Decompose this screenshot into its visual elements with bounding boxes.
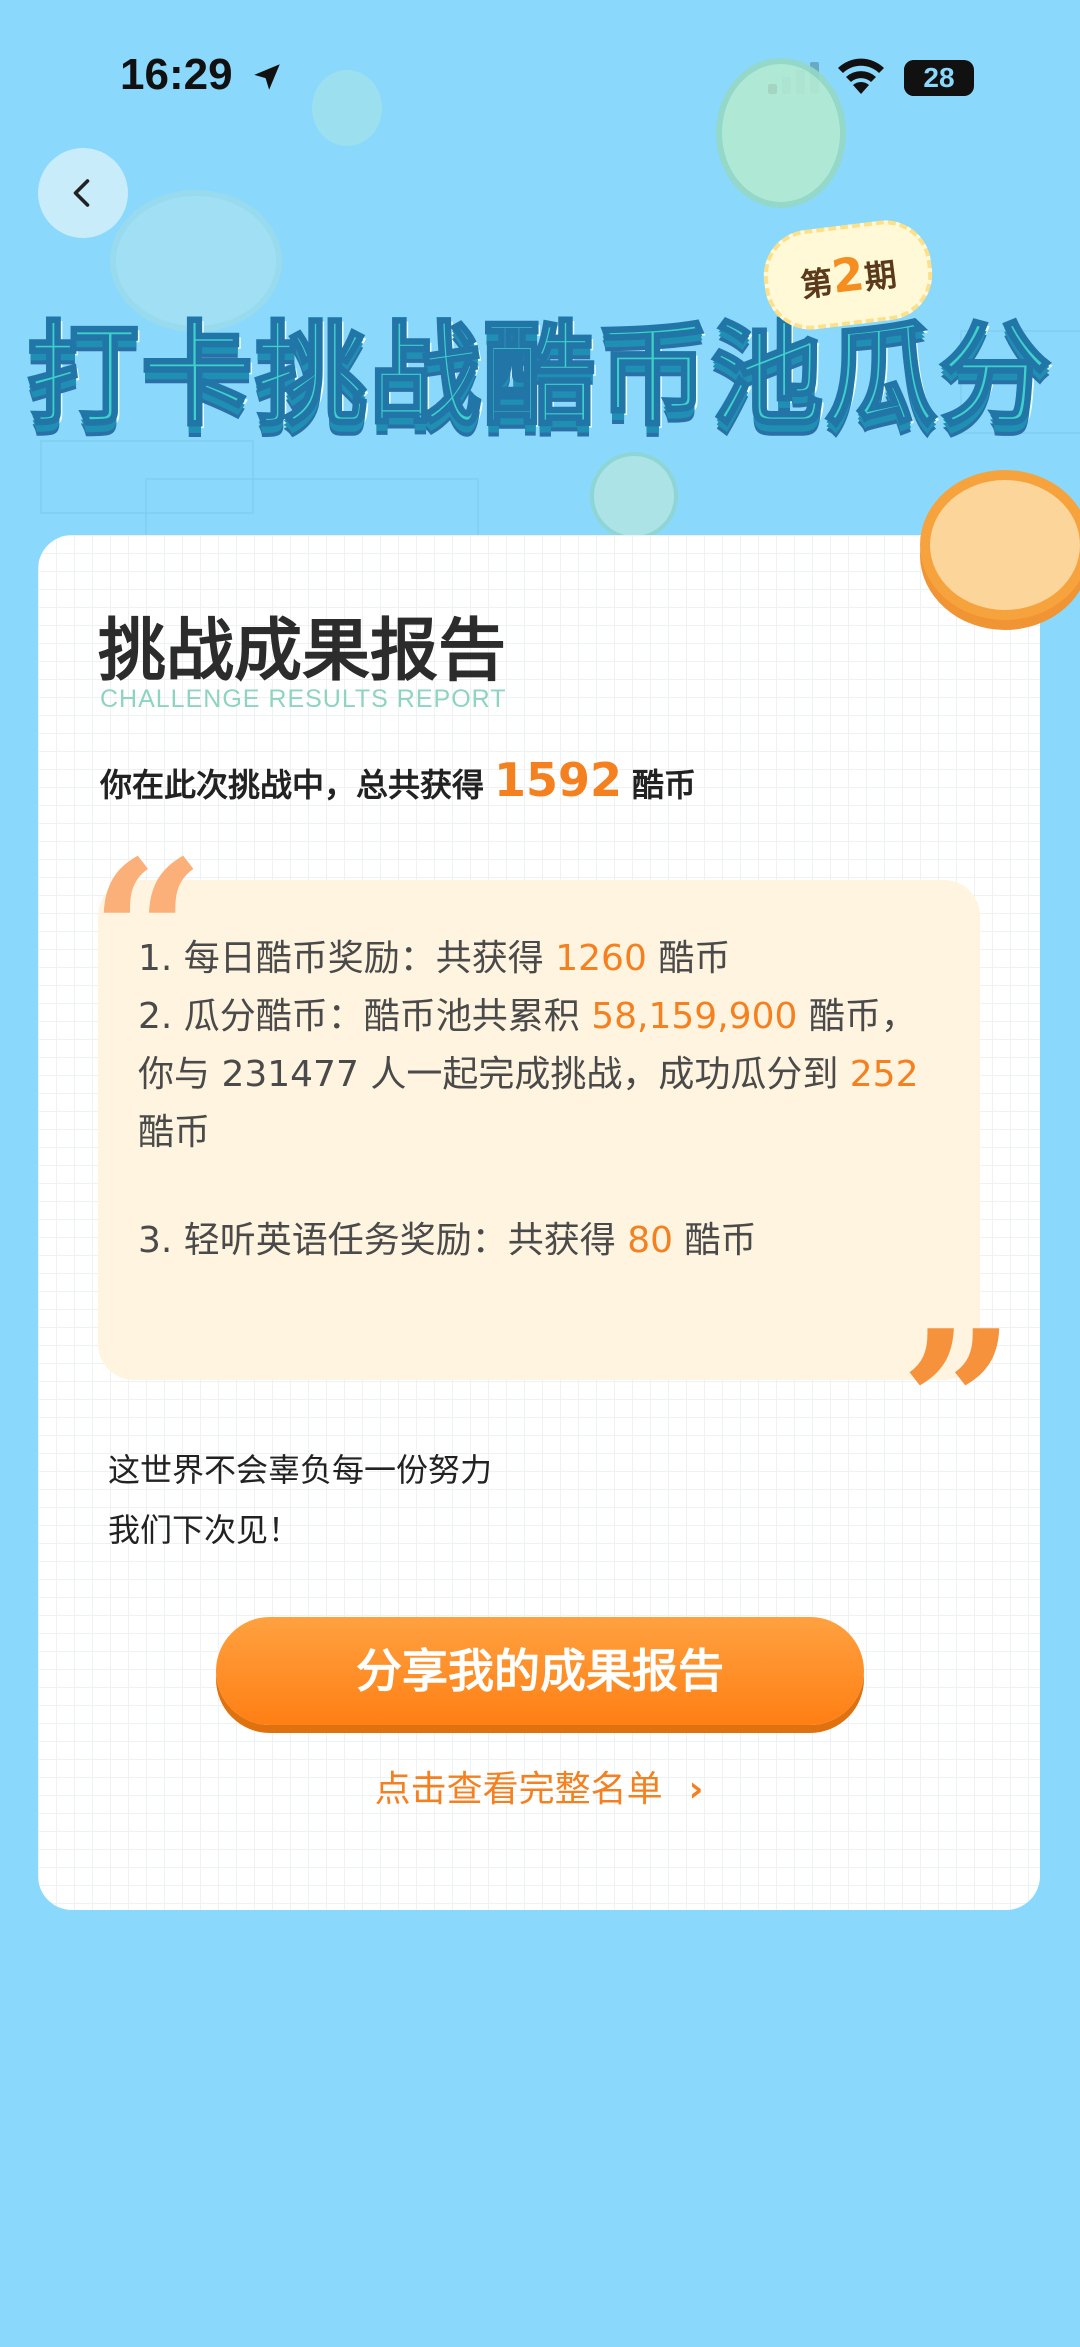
battery-icon: 28 — [904, 60, 974, 96]
coin-icon — [590, 452, 678, 540]
back-button[interactable] — [38, 148, 128, 238]
split-reward-value: 252 — [849, 1054, 919, 1095]
issue-number: 2 — [828, 246, 868, 304]
coin-icon — [716, 58, 846, 208]
total-coins: 1592 — [494, 753, 623, 807]
location-arrow-icon — [254, 64, 280, 90]
view-full-list-link[interactable]: 点击查看完整名单 › — [38, 1760, 1040, 1812]
list-item: 3. 轻听英语任务奖励：共获得 80 酷币 — [138, 1220, 757, 1261]
total-summary: 你在此次挑战中，总共获得 1592 酷币 — [100, 753, 696, 807]
closing-line: 我们下次见！ — [108, 1511, 301, 1549]
gold-coin-icon — [920, 470, 1080, 620]
reward-list: 1. 每日酷币奖励：共获得 1260 酷币 2. 瓜分酷币：酷币池共累积 58,… — [138, 930, 938, 1270]
english-task-value: 80 — [627, 1220, 674, 1261]
report-card: 挑战成果报告 CHALLENGE RESULTS REPORT 你在此次挑战中，… — [38, 535, 1040, 1910]
report-title: 挑战成果报告 — [98, 612, 507, 691]
coin-icon — [312, 70, 382, 146]
status-time: 16:29 — [120, 50, 233, 99]
closing-line: 这世界不会辜负每一份努力 — [108, 1451, 493, 1489]
status-bar: 16:29 28 — [0, 0, 1080, 150]
summary-unit: 酷币 — [632, 766, 697, 804]
view-full-list-label: 点击查看完整名单 — [374, 1769, 663, 1810]
list-item: 2. 瓜分酷币：酷币池共累积 58,159,900 酷币，你与 231477 人… — [138, 996, 919, 1153]
summary-prefix: 你在此次挑战中，总共获得 — [100, 766, 485, 804]
report-subtitle: CHALLENGE RESULTS REPORT — [100, 685, 507, 713]
battery-level: 28 — [923, 62, 955, 93]
daily-reward-value: 1260 — [555, 938, 647, 979]
close-quote-icon: ” — [900, 1305, 1016, 1425]
background-grid-box — [145, 478, 479, 542]
pool-total-value: 58,159,900 — [591, 996, 798, 1037]
issue-suffix: 期 — [862, 255, 899, 297]
page-title: 打卡挑战酷币池瓜分 — [26, 310, 1053, 443]
closing-message: 这世界不会辜负每一份努力 我们下次见！ — [108, 1440, 492, 1560]
back-arrow-icon — [73, 179, 90, 207]
wifi-icon — [838, 58, 884, 94]
list-item: 1. 每日酷币奖励：共获得 1260 酷币 — [138, 938, 731, 979]
chevron-right-icon: › — [688, 1769, 704, 1810]
issue-prefix: 第 — [798, 263, 836, 305]
share-report-button[interactable]: 分享我的成果报告 — [216, 1617, 864, 1725]
